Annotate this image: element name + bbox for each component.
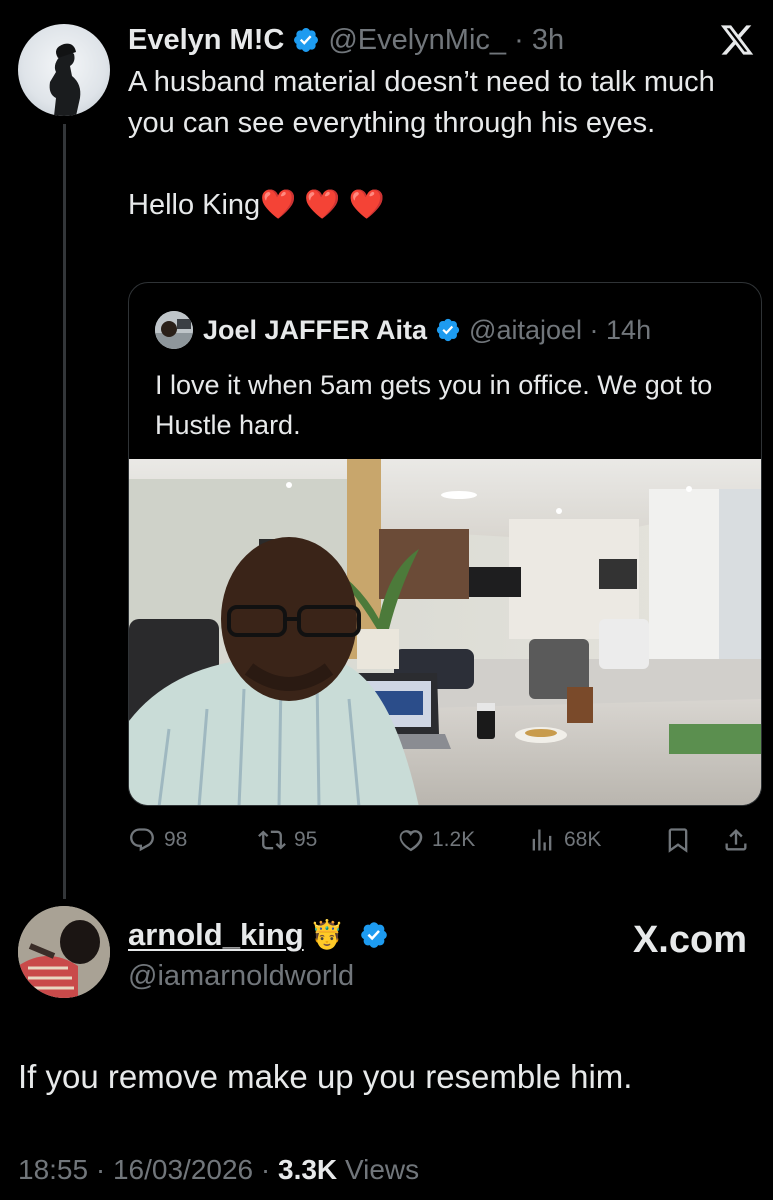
reply-count: 98 bbox=[164, 828, 188, 851]
quote-author-handle[interactable]: @aitajoel bbox=[469, 312, 582, 348]
avatar-arnold[interactable] bbox=[18, 906, 110, 998]
quote-author-name[interactable]: Joel JAFFER Aita bbox=[203, 312, 427, 348]
repost-button[interactable]: 95 bbox=[258, 818, 317, 862]
tweet-text-2: Hello King❤️ ❤️ ❤️ bbox=[128, 189, 385, 221]
thread-connector-line bbox=[63, 124, 66, 899]
views-count: 68K bbox=[564, 828, 602, 851]
author-handle[interactable]: @EvelynMic_ bbox=[328, 20, 506, 60]
repost-icon bbox=[258, 830, 286, 850]
reply-icon bbox=[130, 828, 154, 852]
author-name[interactable]: Evelyn M!C bbox=[128, 20, 284, 60]
share-button[interactable] bbox=[722, 818, 758, 862]
verified-badge-icon bbox=[294, 28, 319, 52]
reply-date[interactable]: 16/03/2026 bbox=[113, 1154, 253, 1185]
crown-emoji: 🤴 bbox=[309, 919, 345, 950]
verified-badge-icon bbox=[436, 318, 460, 342]
bookmark-icon bbox=[668, 828, 688, 853]
tweet-time[interactable]: 3h bbox=[532, 20, 564, 60]
reply-time[interactable]: 18:55 bbox=[18, 1154, 88, 1185]
reply-views-label[interactable]: Views bbox=[345, 1154, 419, 1185]
quote-photo[interactable] bbox=[129, 459, 761, 805]
views-icon bbox=[532, 829, 552, 851]
avatar-joel[interactable] bbox=[155, 311, 193, 349]
separator-dot: · bbox=[506, 24, 532, 56]
main-tweet: Evelyn M!C @EvelynMic_ · 3h A husband ma… bbox=[128, 20, 718, 226]
bookmark-button[interactable] bbox=[664, 818, 700, 862]
tweet-text: A husband material doesn’t need to talk … bbox=[128, 66, 715, 139]
reply-views-count: 3.3K bbox=[278, 1154, 338, 1185]
reply-author: arnold_king 🤴 bbox=[128, 914, 397, 956]
repost-count: 95 bbox=[294, 828, 318, 851]
tweet-meta: 18:55 · 16/03/2026 · 3.3K Views bbox=[18, 1150, 419, 1190]
avatar-evelyn[interactable] bbox=[18, 24, 110, 116]
separator-dot: · bbox=[95, 1154, 113, 1185]
action-bar: 98 95 1.2K 68K bbox=[128, 818, 762, 862]
views-button[interactable]: 68K bbox=[528, 818, 601, 862]
verified-badge-icon bbox=[360, 922, 387, 948]
like-count: 1.2K bbox=[432, 828, 476, 851]
x-logo-icon[interactable] bbox=[719, 22, 755, 58]
quoted-tweet[interactable]: Joel JAFFER Aita @aitajoel · 14h I love … bbox=[128, 282, 762, 806]
separator-dot: · bbox=[582, 315, 607, 345]
quote-header: Joel JAFFER Aita @aitajoel · 14h bbox=[155, 311, 651, 349]
reply-text: If you remove make up you resemble him. bbox=[18, 1058, 633, 1095]
like-button[interactable]: 1.2K bbox=[396, 818, 475, 862]
quote-time[interactable]: 14h bbox=[606, 312, 651, 348]
reply-author-name[interactable]: arnold_king bbox=[128, 914, 304, 956]
reply-author-handle[interactable]: @iamarnoldworld bbox=[128, 956, 354, 996]
reply-button[interactable]: 98 bbox=[128, 818, 187, 862]
x-com-watermark: X.com bbox=[632, 919, 747, 961]
share-icon bbox=[725, 829, 747, 851]
separator-dot: · bbox=[260, 1154, 278, 1185]
tweet-header: Evelyn M!C @EvelynMic_ · 3h bbox=[128, 20, 718, 60]
like-icon bbox=[399, 830, 423, 852]
quote-text: I love it when 5am gets you in office. W… bbox=[155, 370, 713, 440]
